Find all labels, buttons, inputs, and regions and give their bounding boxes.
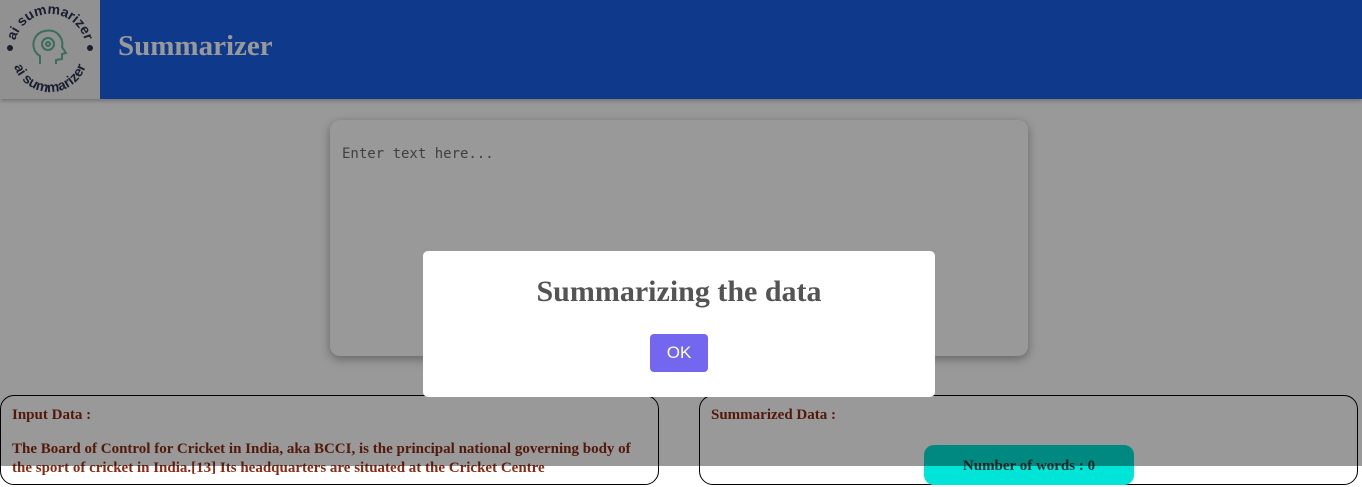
modal-overlay[interactable]: Summarizing the data OK [0, 0, 1362, 466]
summarizing-dialog: Summarizing the data OK [423, 251, 935, 397]
ok-button[interactable]: OK [650, 334, 708, 372]
dialog-title: Summarizing the data [536, 275, 822, 308]
